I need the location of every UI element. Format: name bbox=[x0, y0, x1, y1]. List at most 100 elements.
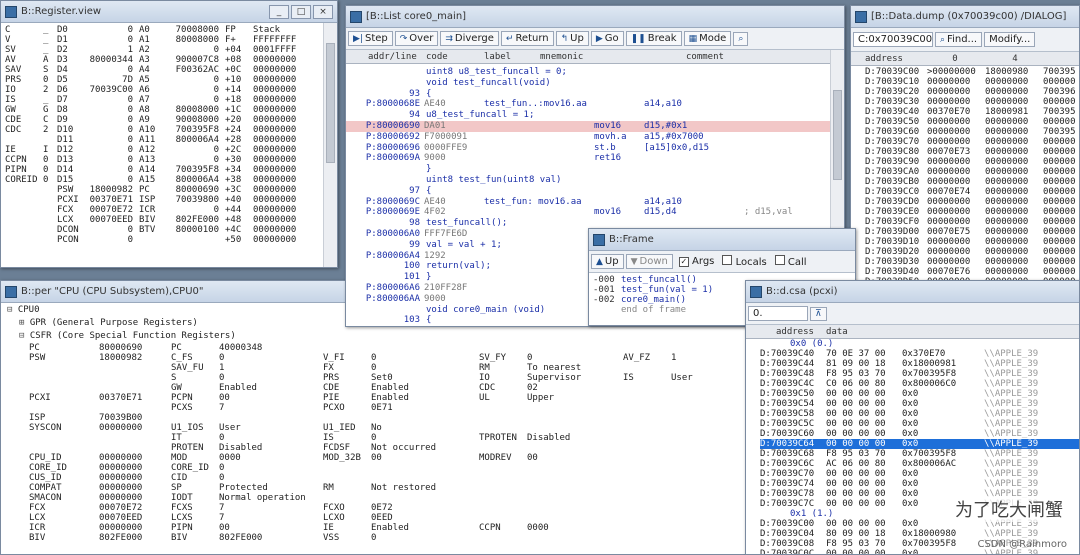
dump-row[interactable]: D:70039D30 00000000 00000000 000000 bbox=[865, 257, 1079, 267]
list-line[interactable]: P:8000069E 4F02 mov16 d15,d4 ; d15,val bbox=[346, 207, 844, 218]
csa-input[interactable]: 0. bbox=[748, 306, 808, 321]
frame-titlebar[interactable]: B::Frame bbox=[589, 229, 855, 251]
register-titlebar[interactable]: B::Register.view _ □ × bbox=[1, 1, 337, 23]
dump-row[interactable]: D:70039CA0 00000000 00000000 000000 bbox=[865, 167, 1079, 177]
dump-row[interactable]: D:70039C40 00370E70 18000981 700395 bbox=[865, 107, 1079, 117]
dump-row[interactable]: D:70039CF0 00000000 00000000 000000 bbox=[865, 217, 1079, 227]
dump-cell: 700396 bbox=[1043, 87, 1076, 97]
dump-row[interactable]: D:70039C50 00000000 00000000 000000 bbox=[865, 117, 1079, 127]
operands: a14,a10 bbox=[644, 196, 682, 207]
mode-button[interactable]: ▦ Mode bbox=[683, 31, 732, 46]
csfr-cell: 0 bbox=[219, 473, 225, 483]
register-cell: D12 bbox=[57, 145, 74, 155]
tree-csfr[interactable]: ⊟ CSFR (Core Special Function Registers) bbox=[7, 331, 745, 341]
go-button[interactable]: ▶ Go bbox=[590, 31, 624, 46]
csa-row[interactable]: D:70039C74 00 00 00 00 0x0 \\APPLE_39 bbox=[760, 479, 1079, 489]
vertical-scrollbar[interactable] bbox=[323, 23, 337, 267]
dump-row[interactable]: D:70039C00 >00000000 18000980 700395 bbox=[865, 67, 1079, 77]
list-line[interactable]: } bbox=[346, 164, 844, 175]
list-line[interactable]: 97 { bbox=[346, 186, 844, 197]
list-line[interactable]: P:8000069A 9000 ret16 bbox=[346, 153, 844, 164]
csfr-cell: 802FE000 bbox=[99, 533, 143, 543]
list-line[interactable]: 94 u8_test_funcall = 1; bbox=[346, 110, 844, 121]
dump-row[interactable]: D:70039CC0 00070E74 00000000 000000 bbox=[865, 187, 1079, 197]
csfr-cell bbox=[99, 373, 171, 383]
csa-row[interactable]: D:70039C54 00 00 00 00 0x0 \\APPLE_39 bbox=[760, 399, 1079, 409]
args-checkbox[interactable]: ✓ Args bbox=[678, 256, 714, 267]
dump-cell: 00000000 bbox=[927, 127, 971, 137]
dump-row[interactable]: D:70039C10 00000000 00000000 000000 bbox=[865, 77, 1079, 87]
csa-row[interactable]: D:70039C70 00 00 00 00 0x0 \\APPLE_39 bbox=[760, 469, 1079, 479]
diverge-button[interactable]: ⇉ Diverge bbox=[440, 31, 499, 46]
dump-titlebar[interactable]: [B::Data.dump (0x70039c00) /DIALOG] bbox=[851, 6, 1079, 28]
csa-row[interactable]: D:70039C4C C0 06 00 80 0x800006C0 \\APPLE_3… bbox=[760, 379, 1079, 389]
list-line[interactable]: P:80000692 F7000091 movh.a a15,#0x7000 bbox=[346, 132, 844, 143]
csa-cell: 0x800006C0 bbox=[902, 379, 957, 389]
dump-row[interactable]: D:70039C90 00000000 00000000 000000 bbox=[865, 157, 1079, 167]
list-line[interactable]: P:80000696 0000FFE9 st.b [a15]0x0,d15 bbox=[346, 143, 844, 154]
csa-row[interactable]: D:70039C48 F8 95 03 70 0x700395F8 \\APPLE_3… bbox=[760, 369, 1079, 379]
dump-cell: 00000000 bbox=[985, 167, 1029, 177]
csa-row[interactable]: D:70039C40 70 0E 37 00 0x370E70 \\APPLE_39 bbox=[760, 349, 1079, 359]
csa-row[interactable]: D:70039C5C 00 00 00 00 0x0 \\APPLE_39 bbox=[760, 419, 1079, 429]
find-icon[interactable]: ⌕ bbox=[733, 31, 749, 46]
csfr-cell bbox=[479, 413, 527, 423]
address-field[interactable]: C:0x70039C00 bbox=[853, 32, 933, 47]
break-button[interactable]: ❚❚ Break bbox=[625, 31, 682, 46]
csa-row[interactable]: D:70039C68 F8 95 03 70 0x700395F8 \\APPLE_3… bbox=[760, 449, 1079, 459]
dump-row[interactable]: D:70039D10 00000000 00000000 000000 bbox=[865, 237, 1079, 247]
maximize-button[interactable]: □ bbox=[291, 4, 311, 19]
csfr-row: LCX 00070EED LCXS 7 LCXO 0EED bbox=[29, 513, 745, 523]
csfr-cell: CDC bbox=[479, 383, 496, 393]
csfr-cell bbox=[479, 463, 527, 473]
dump-row[interactable]: D:70039C70 00000000 00000000 000000 bbox=[865, 137, 1079, 147]
csa-group: 0x0 (0.) bbox=[790, 339, 834, 349]
csa-cell: D:70039C5C bbox=[760, 419, 815, 429]
list-line[interactable]: P:8000069C AE40 test_fun: mov16.aa a14,a10 bbox=[346, 197, 844, 208]
csa-row[interactable]: D:70039C44 81 09 00 18 0x18000981 \\APPLE_3… bbox=[760, 359, 1079, 369]
csa-titlebar[interactable]: B::d.csa (pcxi) bbox=[746, 281, 1079, 303]
csa-row[interactable]: D:70039C58 00 00 00 00 0x0 \\APPLE_39 bbox=[760, 409, 1079, 419]
list-line[interactable]: uint8 test_fun(uint8 val) bbox=[346, 175, 844, 186]
dump-row[interactable]: D:70039C30 00000000 00000000 000000 bbox=[865, 97, 1079, 107]
step-button[interactable]: ▶| Step bbox=[348, 31, 393, 46]
register-cell: 80000100 bbox=[175, 225, 219, 235]
up-button[interactable]: ↰ Up bbox=[555, 31, 589, 46]
list-line[interactable]: void test_funcall(void) bbox=[346, 78, 844, 89]
list-line[interactable]: uint8 u8_test_funcall = 0; bbox=[346, 67, 844, 78]
dump-row[interactable]: D:70039C80 00070E73 00000000 000000 bbox=[865, 147, 1079, 157]
collapse-icon[interactable]: ⊼ bbox=[810, 306, 827, 321]
find-button[interactable]: ⌕ Find... bbox=[935, 32, 983, 47]
dump-row[interactable]: D:70039D00 00070E75 00000000 000000 bbox=[865, 227, 1079, 237]
dump-row[interactable]: D:70039D40 00070E76 00000000 000000 bbox=[865, 267, 1079, 277]
dump-row[interactable]: D:70039C20 00000000 00000000 700396 bbox=[865, 87, 1079, 97]
list-line[interactable]: P:80000690 DA01 mov16 d15,#0x1 bbox=[346, 120, 844, 132]
close-button[interactable]: × bbox=[313, 4, 333, 19]
dump-cell: 00000000 bbox=[985, 257, 1029, 267]
locals-checkbox[interactable]: Locals bbox=[722, 255, 767, 268]
list-titlebar[interactable]: [B::List core0_main] bbox=[346, 6, 844, 28]
return-button[interactable]: ↵ Return bbox=[500, 31, 554, 46]
dump-row[interactable]: D:70039CD0 00000000 00000000 000000 bbox=[865, 197, 1079, 207]
csa-row[interactable]: D:70039C50 00 00 00 00 0x0 \\APPLE_39 bbox=[760, 389, 1079, 399]
dump-row[interactable]: D:70039D20 00000000 00000000 000000 bbox=[865, 247, 1079, 257]
dump-row[interactable]: D:70039C60 00000000 00000000 700395 bbox=[865, 127, 1079, 137]
minimize-button[interactable]: _ bbox=[269, 4, 289, 19]
modify-button[interactable]: Modify... bbox=[984, 32, 1036, 47]
dump-row[interactable]: D:70039CE0 00000000 00000000 000000 bbox=[865, 207, 1079, 217]
csa-row[interactable]: D:70039C04 80 09 00 18 0x18000980 \\APPLE_3… bbox=[760, 529, 1079, 539]
over-button[interactable]: ↷ Over bbox=[394, 31, 439, 46]
csa-cell: 00 00 00 00 bbox=[826, 429, 886, 439]
list-line[interactable]: P:8000068E AE40 test_fun..:mov16.aa a14,a10 bbox=[346, 99, 844, 110]
csa-row[interactable]: D:70039C64 00 00 00 00 0x0 \\APPLE_39 bbox=[760, 439, 1079, 449]
csfr-cell: GW bbox=[171, 383, 182, 393]
list-line[interactable]: 93 { bbox=[346, 89, 844, 100]
comment bbox=[744, 132, 834, 143]
caller-checkbox[interactable]: Call bbox=[774, 255, 807, 268]
csa-row[interactable]: D:70039C60 00 00 00 00 0x0 \\APPLE_39 bbox=[760, 429, 1079, 439]
frame-down-button[interactable]: ▼ Down bbox=[625, 254, 673, 269]
dump-row[interactable]: D:70039CB0 00000000 00000000 000000 bbox=[865, 177, 1079, 187]
csa-row[interactable]: D:70039C6C AC 06 00 80 0x800006AC \\APPLE_3… bbox=[760, 459, 1079, 469]
frame-up-button[interactable]: ▲ Up bbox=[591, 254, 624, 269]
csa-row[interactable]: 0x0 (0.) bbox=[760, 339, 1079, 349]
